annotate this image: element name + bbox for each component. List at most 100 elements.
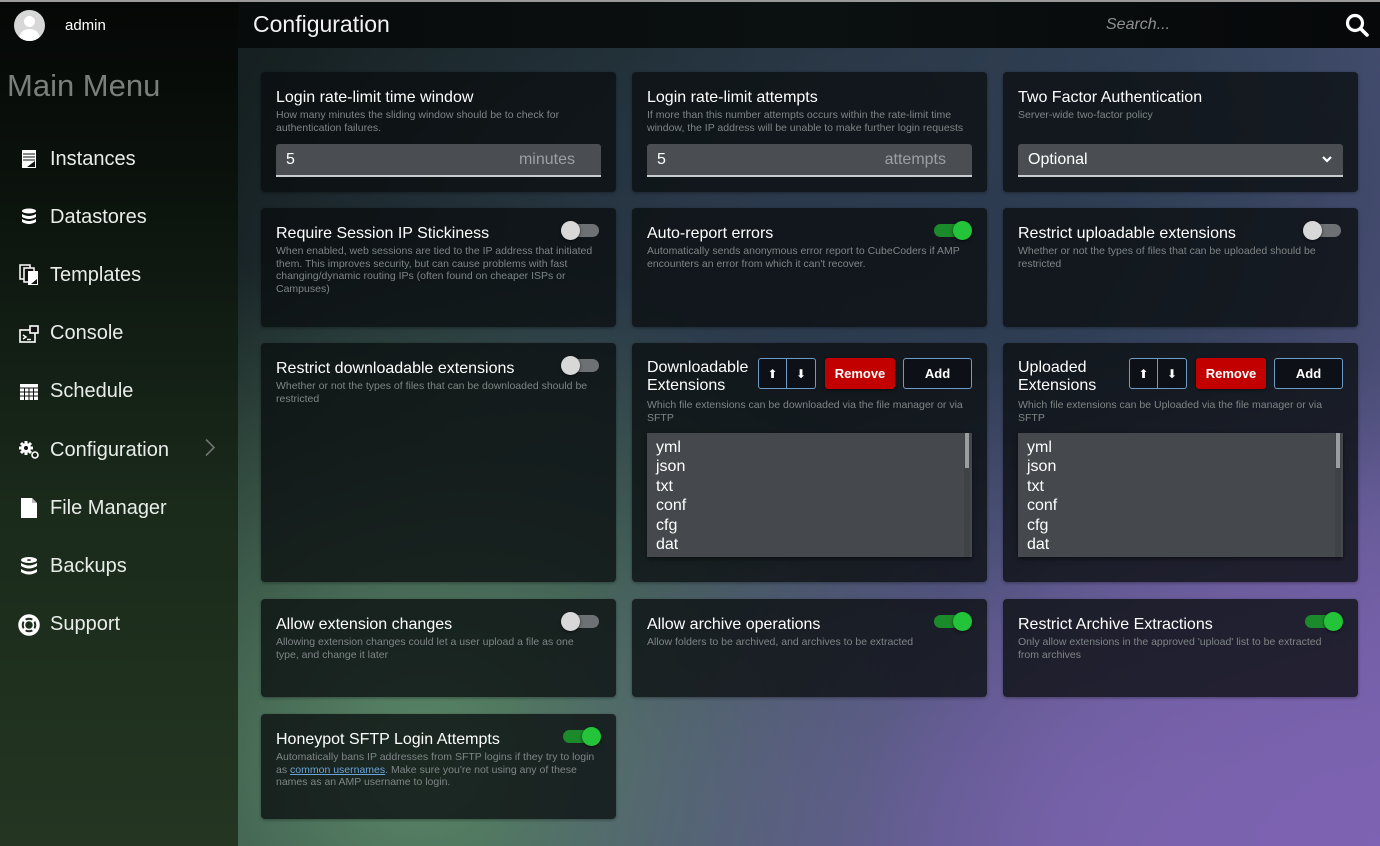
uploaded-extensions-list[interactable]: yml json txt conf cfg dat [1018,433,1343,557]
backups-icon [18,555,40,577]
main-nav: Instances Datastores Templates Console S… [0,130,238,654]
move-down-button[interactable]: ⬇ [1158,358,1187,389]
allow-extension-changes-toggle[interactable] [561,612,601,631]
remove-button[interactable]: Remove [825,358,895,389]
setting-card-restrict-uploadable: Restrict uploadable extensions Whether o… [1003,208,1358,327]
chevron-down-icon [1321,151,1333,169]
setting-description: Allowing extension changes could let a u… [276,636,574,661]
add-button[interactable]: Add [903,358,972,389]
setting-description: Only allow extensions in the approved 'u… [1018,636,1322,661]
extension-option[interactable]: conf [647,496,972,515]
lifebuoy-icon [18,613,40,636]
two-factor-select[interactable]: Optional [1018,144,1343,177]
rate-limit-attempts-field[interactable]: attempts [647,144,972,177]
auto-report-errors-toggle[interactable] [932,221,972,240]
setting-card-honeypot-sftp: Honeypot SFTP Login Attempts Automatical… [261,714,616,819]
setting-card-rate-limit-attempts: Login rate-limit attempts If more than t… [632,72,987,192]
restrict-downloadable-toggle[interactable] [561,356,601,375]
setting-card-allow-extension-changes: Allow extension changes Allowing extensi… [261,599,616,697]
move-up-button[interactable]: ⬆ [758,358,787,389]
setting-card-uploaded-extensions: Uploaded Extensions ⬆ ⬇ Remove Add Which… [1003,343,1358,582]
sidebar-item-label: Backups [50,554,127,577]
extension-option[interactable]: dat [1018,535,1343,554]
sidebar-item-label: Datastores [50,205,147,228]
honeypot-sftp-toggle[interactable] [561,727,601,746]
sidebar-item-file-manager[interactable]: File Manager [0,479,238,537]
extension-option[interactable]: cfg [1018,516,1343,535]
sidebar-item-label: Instances [50,147,136,170]
sidebar-item-instances[interactable]: Instances [0,130,238,188]
allow-archive-operations-toggle[interactable] [932,612,972,631]
extension-option[interactable]: yml [1018,438,1343,457]
scrollbar-thumb[interactable] [965,433,969,468]
extension-option[interactable]: json [647,457,972,476]
setting-description: Which file extensions can be downloaded … [647,399,963,424]
extension-option[interactable]: cfg [647,516,972,535]
setting-title: Login rate-limit time window [276,89,474,106]
sidebar-item-datastores[interactable]: Datastores [0,188,238,246]
setting-card-restrict-downloadable: Restrict downloadable extensions Whether… [261,343,616,582]
setting-title: Uploaded Extensions [1018,359,1097,394]
arrow-down-icon: ⬇ [1166,366,1178,381]
sidebar-item-label: Console [50,322,124,345]
search-icon[interactable] [1344,12,1370,38]
remove-button[interactable]: Remove [1196,358,1266,389]
setting-card-auto-report-errors: Auto-report errors Automatically sends a… [632,208,987,327]
extension-option[interactable]: txt [1018,477,1343,496]
setting-title: Allow extension changes [276,616,453,633]
rate-limit-window-field[interactable]: minutes [276,144,601,177]
restrict-archive-extractions-toggle[interactable] [1303,612,1343,631]
restrict-uploadable-toggle[interactable] [1303,221,1343,240]
file-icon [18,497,40,519]
sidebar-item-templates[interactable]: Templates [0,246,238,304]
sidebar-item-configuration[interactable]: Configuration [0,421,238,479]
rate-limit-window-input[interactable] [286,150,486,169]
setting-card-rate-limit-window: Login rate-limit time window How many mi… [261,72,616,192]
setting-description: Server-wide two-factor policy [1018,109,1153,121]
chevron-right-icon [204,438,216,463]
setting-card-downloadable-extensions: Downloadable Extensions ⬆ ⬇ Remove Add W… [632,343,987,582]
arrow-down-icon: ⬇ [795,366,807,381]
setting-title: Require Session IP Stickiness [276,225,490,242]
extension-option[interactable]: txt [647,477,972,496]
sidebar-item-label: Templates [50,263,142,286]
sidebar-item-support[interactable]: Support [0,596,238,654]
sidebar-item-console[interactable]: Console [0,305,238,363]
console-icon [18,323,40,345]
extension-option[interactable]: yml [647,438,972,457]
extension-option[interactable]: conf [1018,496,1343,515]
downloadable-extensions-list[interactable]: yml json txt conf cfg dat [647,433,972,557]
setting-description: Automatically sends anonymous error repo… [647,245,960,270]
setting-description: Which file extensions can be Uploaded vi… [1018,399,1323,424]
templates-icon [18,264,40,286]
user-name: admin [65,16,106,34]
instances-icon [18,148,40,170]
page-title: Configuration [253,11,390,37]
sidebar-item-label: Schedule [50,380,134,403]
sidebar-item-schedule[interactable]: Schedule [0,363,238,421]
search-input[interactable] [1092,7,1332,43]
move-up-button[interactable]: ⬆ [1129,358,1158,389]
add-button[interactable]: Add [1274,358,1343,389]
extension-option[interactable]: json [1018,457,1343,476]
sidebar-item-backups[interactable]: Backups [0,537,238,595]
reorder-button-group: ⬆ ⬇ [758,358,816,389]
user-profile[interactable]: admin [14,9,106,41]
extension-option[interactable]: dat [647,535,972,554]
setting-description: Whether or not the types of files that c… [276,380,588,405]
setting-title: Allow archive operations [647,616,821,633]
selected-value: Optional [1028,150,1088,168]
setting-description: Whether or not the types of files that c… [1018,245,1316,270]
common-usernames-link[interactable]: common usernames [290,764,385,776]
move-down-button[interactable]: ⬇ [787,358,816,389]
scrollbar-thumb[interactable] [1336,433,1340,468]
setting-card-allow-archive-operations: Allow archive operations Allow folders t… [632,599,987,697]
setting-title: Honeypot SFTP Login Attempts [276,731,500,748]
arrow-up-icon: ⬆ [767,366,778,381]
setting-card-session-ip-stickiness: Require Session IP Stickiness When enabl… [261,208,616,327]
rate-limit-attempts-input[interactable] [657,150,857,169]
sidebar-item-label: Support [50,613,121,636]
user-avatar-icon [14,9,45,41]
setting-title: Restrict downloadable extensions [276,360,515,377]
session-ip-stickiness-toggle[interactable] [561,221,601,240]
